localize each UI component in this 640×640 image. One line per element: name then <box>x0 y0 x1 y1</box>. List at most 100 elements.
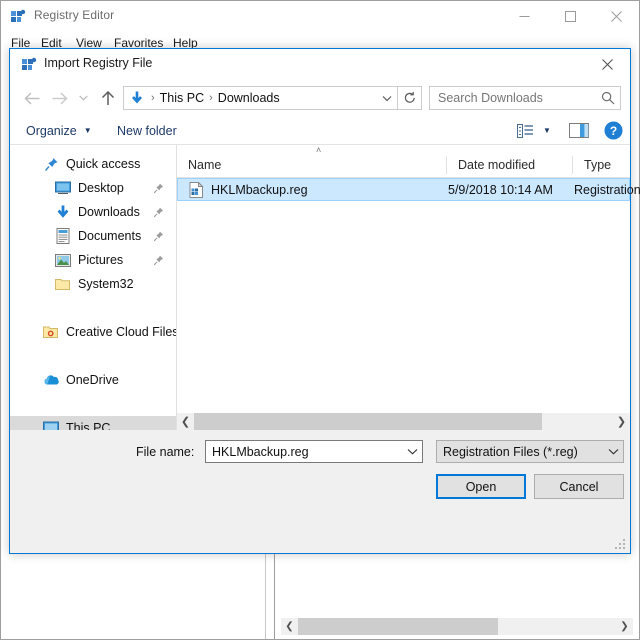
chevron-down-icon[interactable] <box>377 87 397 109</box>
minimize-button[interactable] <box>501 1 547 31</box>
pin-icon[interactable] <box>152 206 164 218</box>
file-name-input[interactable]: HKLMbackup.reg <box>205 440 423 463</box>
reg-file-icon <box>188 181 204 198</box>
nav-item-onedrive[interactable]: OneDrive <box>10 368 176 392</box>
scroll-left-icon[interactable]: ❮ <box>177 413 194 430</box>
refresh-button[interactable] <box>398 86 422 110</box>
new-folder-label: New folder <box>117 123 177 138</box>
nav-item-quick-access[interactable]: Quick access <box>10 152 176 176</box>
scroll-right-icon[interactable]: ❯ <box>613 413 630 430</box>
dialog-command-bar: Organize ▼ New folder ▼ ? <box>10 115 630 145</box>
chevron-down-icon[interactable] <box>402 441 422 462</box>
chevron-down-icon[interactable] <box>603 441 623 462</box>
pin-icon[interactable] <box>152 182 164 194</box>
minimize-icon <box>519 15 529 17</box>
organize-label: Organize <box>26 123 77 138</box>
nav-item-documents[interactable]: Documents <box>10 224 176 248</box>
nav-item-creative-cloud-files[interactable]: Creative Cloud Files <box>10 320 176 344</box>
scroll-right-icon[interactable]: ❯ <box>616 618 633 635</box>
folder-icon <box>54 275 72 293</box>
pictures-icon <box>54 251 72 269</box>
maximize-icon <box>564 10 576 22</box>
file-date-cell: 5/9/2018 10:14 AM <box>448 182 553 197</box>
help-button[interactable]: ? <box>602 119 624 141</box>
column-label: Date modified <box>458 158 536 172</box>
file-type-select[interactable]: Registration Files (*.reg) <box>436 440 624 463</box>
nav-item-system32[interactable]: System32 <box>10 272 176 296</box>
resize-grip-icon[interactable] <box>614 538 627 551</box>
scroll-left-icon[interactable]: ❮ <box>281 618 298 635</box>
file-list[interactable]: HKLMbackup.reg 5/9/2018 10:14 AM Registr… <box>177 178 640 201</box>
search-placeholder: Search Downloads <box>438 91 543 105</box>
view-options-caret-button[interactable]: ▼ <box>538 120 556 141</box>
dialog-title: Import Registry File <box>44 56 153 70</box>
chevron-down-icon: ▼ <box>83 126 92 135</box>
file-list-pane[interactable]: ˄ Name Date modified Type HKLMbackup.reg… <box>177 145 640 430</box>
maximize-button[interactable] <box>547 1 593 31</box>
sort-indicator-row: ˄ <box>177 145 630 155</box>
file-name-text: HKLMbackup.reg <box>211 182 308 197</box>
recent-locations-button[interactable] <box>73 85 93 111</box>
up-button[interactable] <box>95 85 121 111</box>
nav-item-this-pc[interactable]: This PC <box>10 416 176 430</box>
nav-item-pictures[interactable]: Pictures <box>10 248 176 272</box>
dialog-close-button[interactable] <box>585 49 630 79</box>
navigation-pane[interactable]: Quick access Desktop Downloads Documents… <box>10 145 176 430</box>
this-pc-icon <box>42 419 60 430</box>
nav-item-downloads[interactable]: Downloads <box>10 200 176 224</box>
registry-editor-titlebar: Registry Editor <box>1 1 639 32</box>
organize-button[interactable]: Organize ▼ <box>26 120 92 141</box>
breadcrumb[interactable]: › This PC › Downloads <box>123 86 398 110</box>
pin-icon[interactable] <box>152 230 164 242</box>
documents-icon <box>54 227 72 245</box>
nav-item-label: Pictures <box>78 253 124 267</box>
column-header-date-modified[interactable]: Date modified <box>447 153 572 177</box>
breadcrumb-item-this-pc[interactable]: This PC <box>160 91 204 105</box>
chevron-down-icon <box>78 95 88 101</box>
open-button[interactable]: Open <box>436 474 526 499</box>
file-list-hscrollbar[interactable]: ❮ ❯ <box>177 413 630 430</box>
scrollbar-thumb[interactable] <box>298 618 498 635</box>
preview-pane-button[interactable] <box>566 120 592 141</box>
back-button[interactable] <box>19 85 45 111</box>
dialog-content-area: Quick access Desktop Downloads Documents… <box>10 145 640 430</box>
forward-button[interactable] <box>46 85 72 111</box>
file-name-value: HKLMbackup.reg <box>212 444 309 459</box>
desktop-icon <box>54 179 72 197</box>
svg-text:?: ? <box>609 124 616 138</box>
preview-pane-icon <box>569 123 589 138</box>
dialog-titlebar: Import Registry File <box>10 49 630 80</box>
navigation-pane-list: Quick access Desktop Downloads Documents… <box>10 145 176 430</box>
search-icon[interactable] <box>596 87 620 109</box>
registry-grid-icon <box>21 57 37 73</box>
pin-icon[interactable] <box>152 254 164 266</box>
column-header-type[interactable]: Type <box>573 153 640 177</box>
nav-item-desktop[interactable]: Desktop <box>10 176 176 200</box>
view-layout-icon <box>516 123 533 138</box>
change-view-button[interactable] <box>512 120 538 141</box>
help-question-icon: ? <box>604 121 622 139</box>
close-button[interactable] <box>593 1 639 31</box>
cancel-button[interactable]: Cancel <box>534 474 624 499</box>
column-header-name[interactable]: Name <box>177 153 446 177</box>
table-row[interactable]: HKLMbackup.reg 5/9/2018 10:14 AM Registr… <box>177 178 640 201</box>
scrollbar-thumb[interactable] <box>194 413 542 430</box>
open-button-label: Open <box>465 479 497 494</box>
close-icon <box>602 58 613 70</box>
nav-item-label: OneDrive <box>66 373 119 387</box>
registry-values-hscrollbar[interactable]: ❮ ❯ <box>281 618 633 635</box>
breadcrumb-separator-2: › <box>209 92 213 104</box>
column-label: Name <box>188 158 222 172</box>
creative-cloud-icon <box>42 323 60 341</box>
pin-star-icon <box>42 155 60 173</box>
nav-item-label: Creative Cloud Files <box>66 325 176 339</box>
breadcrumb-item-downloads[interactable]: Downloads <box>218 91 280 105</box>
nav-item-label: Desktop <box>78 181 124 195</box>
search-input[interactable]: Search Downloads <box>429 86 621 110</box>
arrow-right-icon <box>52 92 67 104</box>
dialog-footer: File name: HKLMbackup.reg Registration F… <box>10 430 630 553</box>
file-name-cell: HKLMbackup.reg <box>188 181 308 198</box>
new-folder-button[interactable]: New folder <box>117 120 177 141</box>
